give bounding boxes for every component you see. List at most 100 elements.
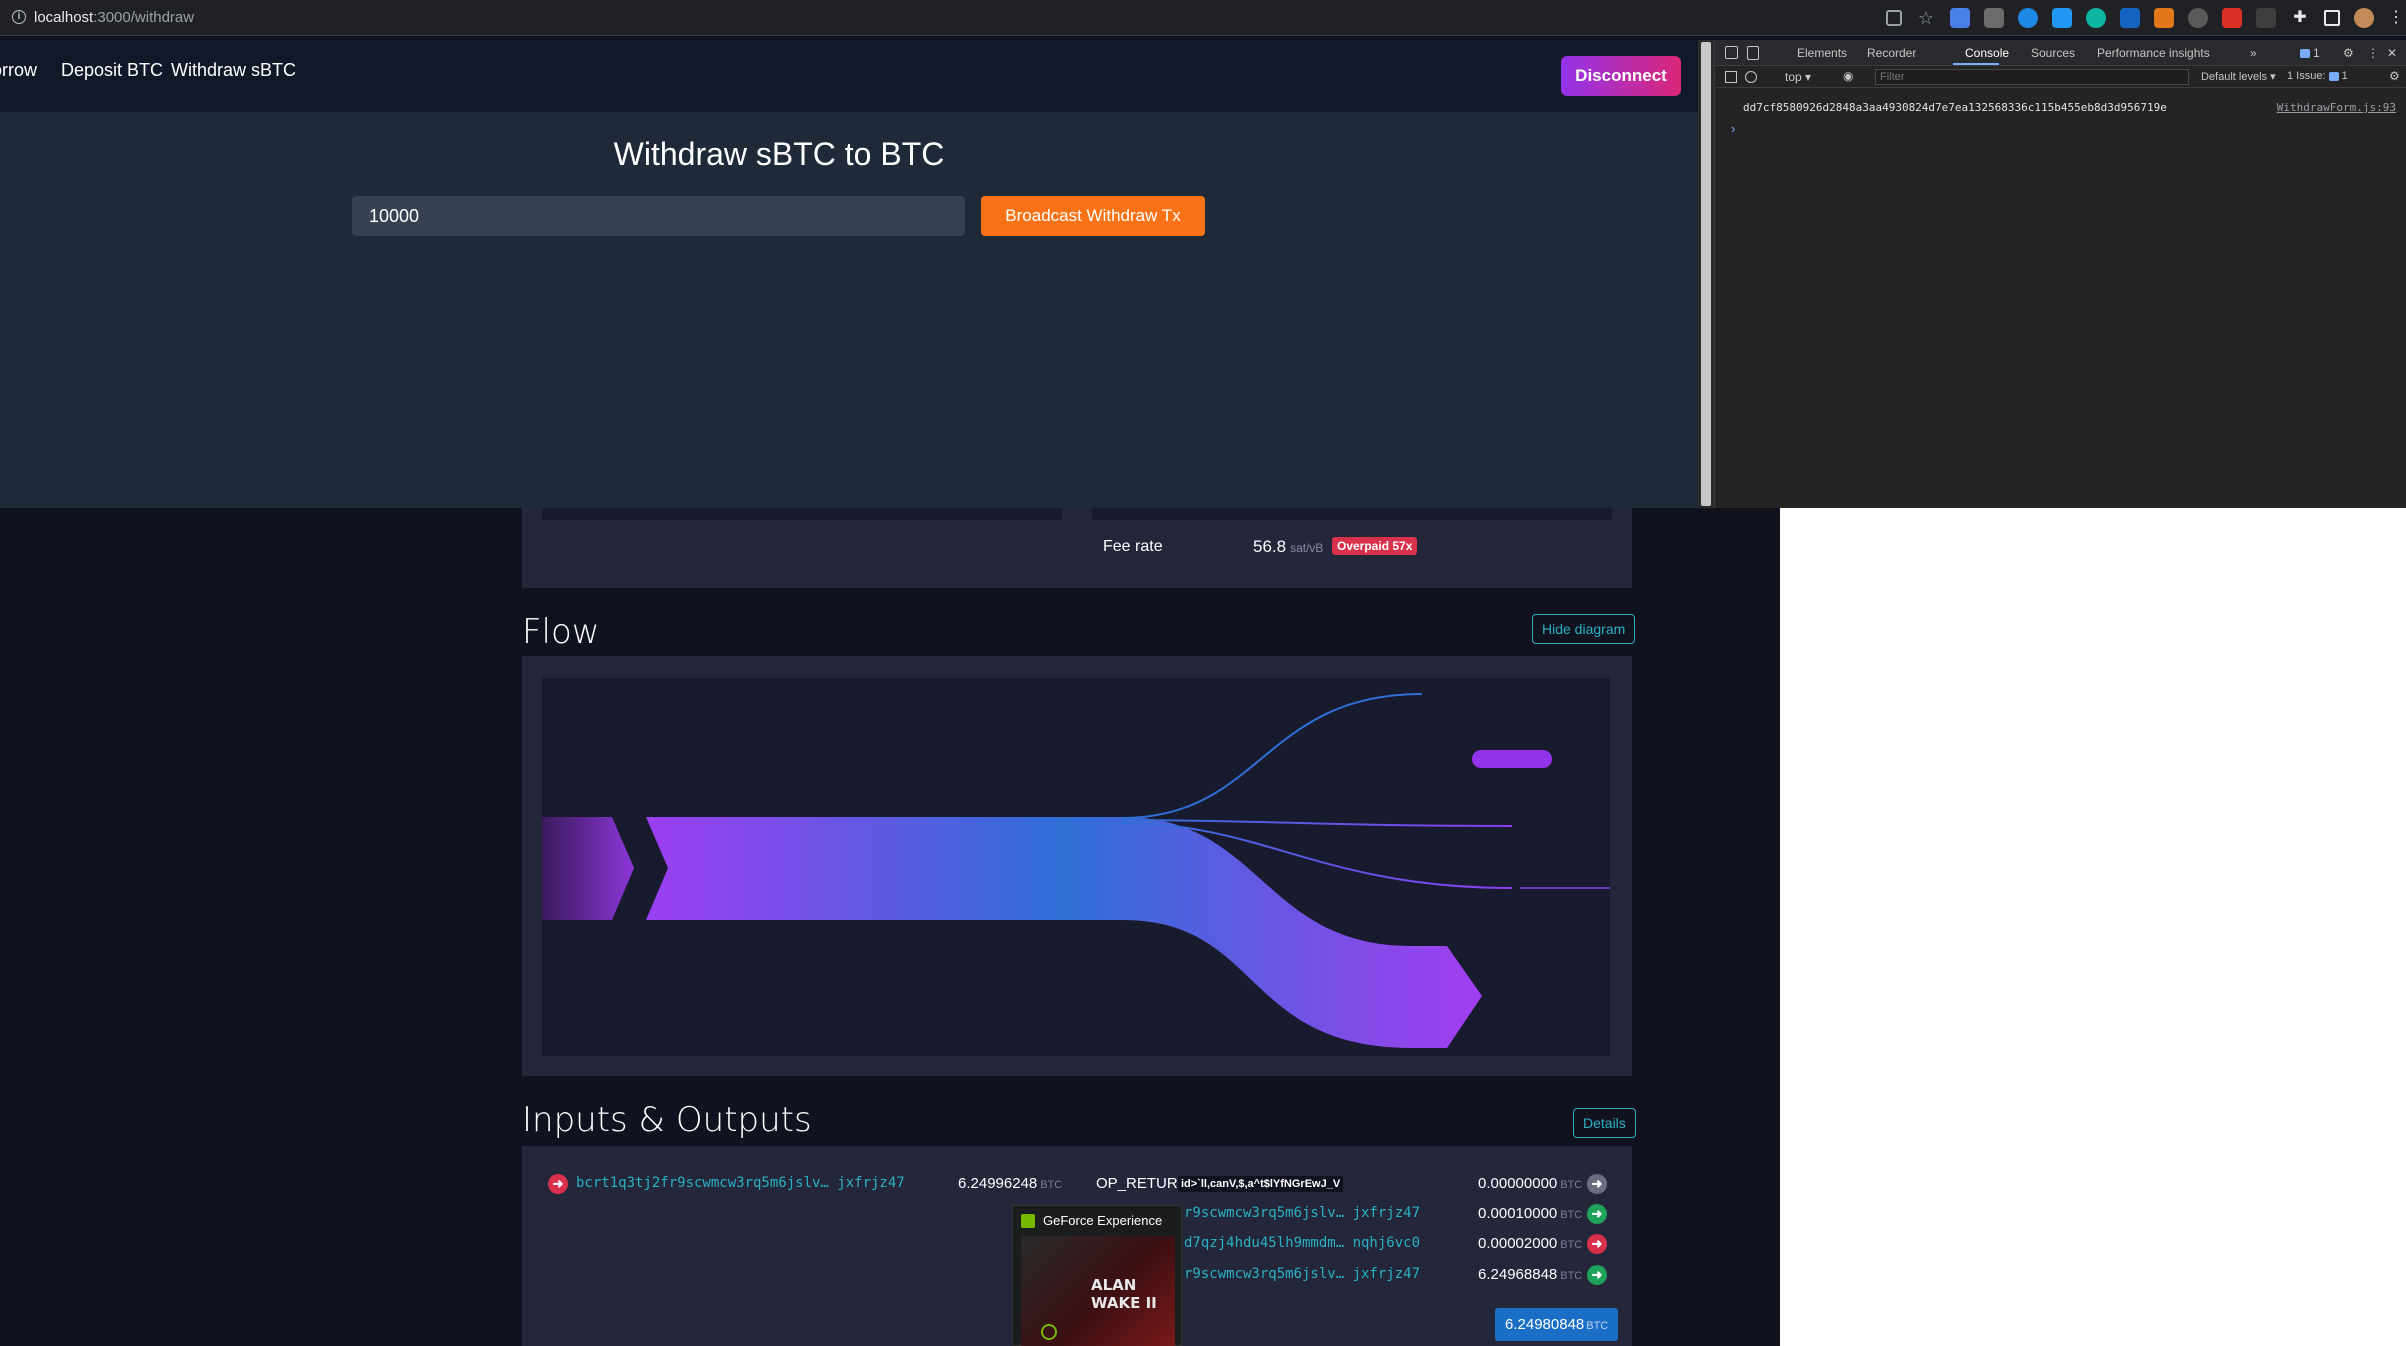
fee-rate-unit: sat/vB (1290, 541, 1324, 555)
devtools-tab-sources[interactable]: Sources (2031, 46, 2075, 60)
input-address[interactable]: bcrt1q3tj2fr9scwmcw3rq5m6jslv… jxfrjz47 (576, 1175, 905, 1197)
devtools-tab-performance-insights[interactable]: Performance insights (2097, 46, 2210, 60)
issues-label: 1 Issue: (2287, 70, 2326, 82)
output-2-unit: BTC (1560, 1239, 1583, 1251)
output-3-amount: 6.24968848 BTC (1478, 1266, 1582, 1288)
issue-icon (2328, 71, 2339, 81)
extension-bitwarden-icon[interactable] (2120, 8, 2140, 28)
withdraw-amount-input[interactable] (352, 196, 965, 236)
extension-shield-icon[interactable] (2052, 8, 2072, 28)
console-sidebar-icon[interactable] (1725, 71, 1737, 83)
context-selector[interactable]: top ▾ (1785, 70, 1811, 84)
extension-icon[interactable] (1984, 8, 2004, 28)
input-spent-icon[interactable]: ➜ (548, 1174, 568, 1194)
devtools-settings-icon[interactable]: ⚙ (2343, 46, 2354, 60)
fee-rate-label: Fee rate (1103, 538, 1163, 555)
context-value: top (1785, 70, 1802, 84)
output-3-unspent-icon[interactable]: ➜ (1587, 1265, 1607, 1285)
more-tabs-icon[interactable]: » (2250, 46, 2257, 60)
details-subpanel-right (1092, 508, 1612, 520)
output-1-unit: BTC (1560, 1209, 1583, 1221)
sankey-op-return-flow (1121, 693, 1423, 819)
extension-red-icon[interactable] (2222, 8, 2242, 28)
devtools-tab-console[interactable]: Console (1965, 46, 2009, 60)
flow-title: Flow (522, 612, 600, 652)
bookmark-star-icon[interactable]: ☆ (1916, 8, 1936, 28)
active-tab-indicator (1953, 63, 1999, 65)
issue-count: 1 (2341, 70, 2348, 82)
output-1-unspent-icon[interactable]: ➜ (1587, 1204, 1607, 1224)
message-icon (2300, 49, 2310, 59)
console-log-message[interactable]: dd7cf8580926d2848a3aa4930824d7e7ea132568… (1743, 101, 2167, 114)
overpaid-badge: Overpaid 57x (1332, 537, 1418, 555)
output-2-amount: 0.00002000 BTC (1478, 1235, 1582, 1257)
sankey-output-node (1472, 750, 1552, 768)
output-1-address[interactable]: r9scwmcw3rq5m6jslv… jxfrjz47 (1184, 1205, 1420, 1227)
output-2-address[interactable]: d7qzj4hdu45lh9mmdm… nqhj6vc0 (1184, 1235, 1420, 1257)
geforce-thumbnail-text: ALAN WAKE II (1091, 1276, 1157, 1312)
output-2-spent-icon[interactable]: ➜ (1587, 1234, 1607, 1254)
output-1-amount-value: 0.00010000 (1478, 1205, 1558, 1222)
withdraw-app: Borrow Deposit BTC Withdraw sBTC Disconn… (0, 40, 1698, 508)
devtools-close-icon[interactable]: ✕ (2387, 46, 2397, 60)
console-prompt-icon[interactable]: › (1731, 121, 1735, 136)
extension-blue-icon[interactable] (2018, 8, 2038, 28)
geforce-title: GeForce Experience (1043, 1213, 1163, 1228)
download-icon (1041, 1324, 1057, 1340)
browser-menu-icon[interactable]: ⋮ (2388, 8, 2404, 28)
nav-deposit-btc[interactable]: Deposit BTC (61, 60, 163, 81)
output-0-unit: BTC (1560, 1179, 1583, 1191)
total-unit: BTC (1586, 1320, 1609, 1332)
device-toolbar-icon[interactable] (1747, 46, 1759, 60)
broadcast-withdraw-button[interactable]: Broadcast Withdraw Tx (981, 196, 1205, 236)
details-button[interactable]: Details (1573, 1108, 1636, 1138)
share-icon[interactable] (1886, 10, 1902, 26)
side-panel-icon[interactable] (2324, 10, 2340, 26)
page-scrollbar-thumb[interactable] (1701, 42, 1711, 506)
devtools-menu-icon[interactable]: ⋮ (2367, 46, 2379, 60)
live-expression-eye-icon[interactable]: ◉ (1843, 69, 1853, 83)
devtools-tab-elements[interactable]: Elements (1797, 46, 1847, 60)
url-text[interactable]: localhost:3000/withdraw (34, 9, 194, 26)
geforce-logo-icon (1021, 1214, 1035, 1228)
profile-avatar[interactable] (2354, 8, 2374, 28)
devtools-tab-recorder[interactable]: Recorder (1867, 46, 1916, 60)
messages-badge[interactable]: 1 (2300, 46, 2320, 60)
input-amount: 6.24996248 BTC (958, 1175, 1062, 1197)
metamask-fox-icon[interactable] (2154, 8, 2174, 28)
output-0-unspendable-icon[interactable]: ➜ (1587, 1174, 1607, 1194)
output-1-amount: 0.00010000 BTC (1478, 1205, 1582, 1227)
console-source-link[interactable]: WithdrawForm.js:93 (2277, 101, 2396, 114)
devtools-panel: Elements Recorder Console Sources Perfor… (1714, 40, 2406, 508)
message-count: 1 (2313, 46, 2320, 60)
sankey-output-2-flow (1121, 819, 1513, 827)
extension-grey-icon[interactable] (2188, 8, 2208, 28)
log-levels-dropdown[interactable]: Default levels ▾ (2201, 70, 2276, 83)
browser-toolbar-icons: ☆ ✚ ⋮ (1886, 7, 2404, 29)
total-output-badge: 6.24980848 BTC (1495, 1308, 1619, 1341)
extension-edge-icon[interactable] (2086, 8, 2106, 28)
clear-console-icon[interactable] (1745, 71, 1757, 83)
translate-extension-icon[interactable] (1950, 8, 1970, 28)
blank-white-area (1780, 508, 2406, 1346)
extension-dark-icon[interactable] (2256, 8, 2276, 28)
geforce-thumbnail[interactable]: ALAN WAKE II (1021, 1236, 1175, 1346)
nav-borrow[interactable]: Borrow (0, 60, 37, 81)
output-3-unit: BTC (1560, 1270, 1583, 1282)
console-filter-input[interactable] (1875, 69, 2189, 85)
site-info-icon[interactable]: i (12, 10, 26, 24)
total-amount: 6.24980848 (1505, 1316, 1585, 1333)
disconnect-button[interactable]: Disconnect (1561, 56, 1681, 96)
console-settings-icon[interactable]: ⚙ (2389, 69, 2400, 83)
output-3-address[interactable]: r9scwmcw3rq5m6jslv… jxfrjz47 (1184, 1266, 1420, 1288)
browser-address-bar[interactable]: i localhost:3000/withdraw ☆ ✚ ⋮ (0, 0, 2406, 36)
nav-withdraw-sbtc[interactable]: Withdraw sBTC (171, 60, 296, 81)
details-subpanel-left (542, 508, 1062, 520)
issues-counter[interactable]: 1 Issue: 1 (2287, 70, 2348, 82)
geforce-overlay-window[interactable]: GeForce Experience ALAN WAKE II (1012, 1205, 1182, 1346)
sankey-diagram (542, 693, 1610, 1048)
inspect-element-icon[interactable] (1725, 46, 1738, 59)
hide-diagram-button[interactable]: Hide diagram (1532, 614, 1636, 644)
flow-diagram (542, 678, 1610, 1056)
extensions-puzzle-icon[interactable]: ✚ (2290, 8, 2310, 28)
